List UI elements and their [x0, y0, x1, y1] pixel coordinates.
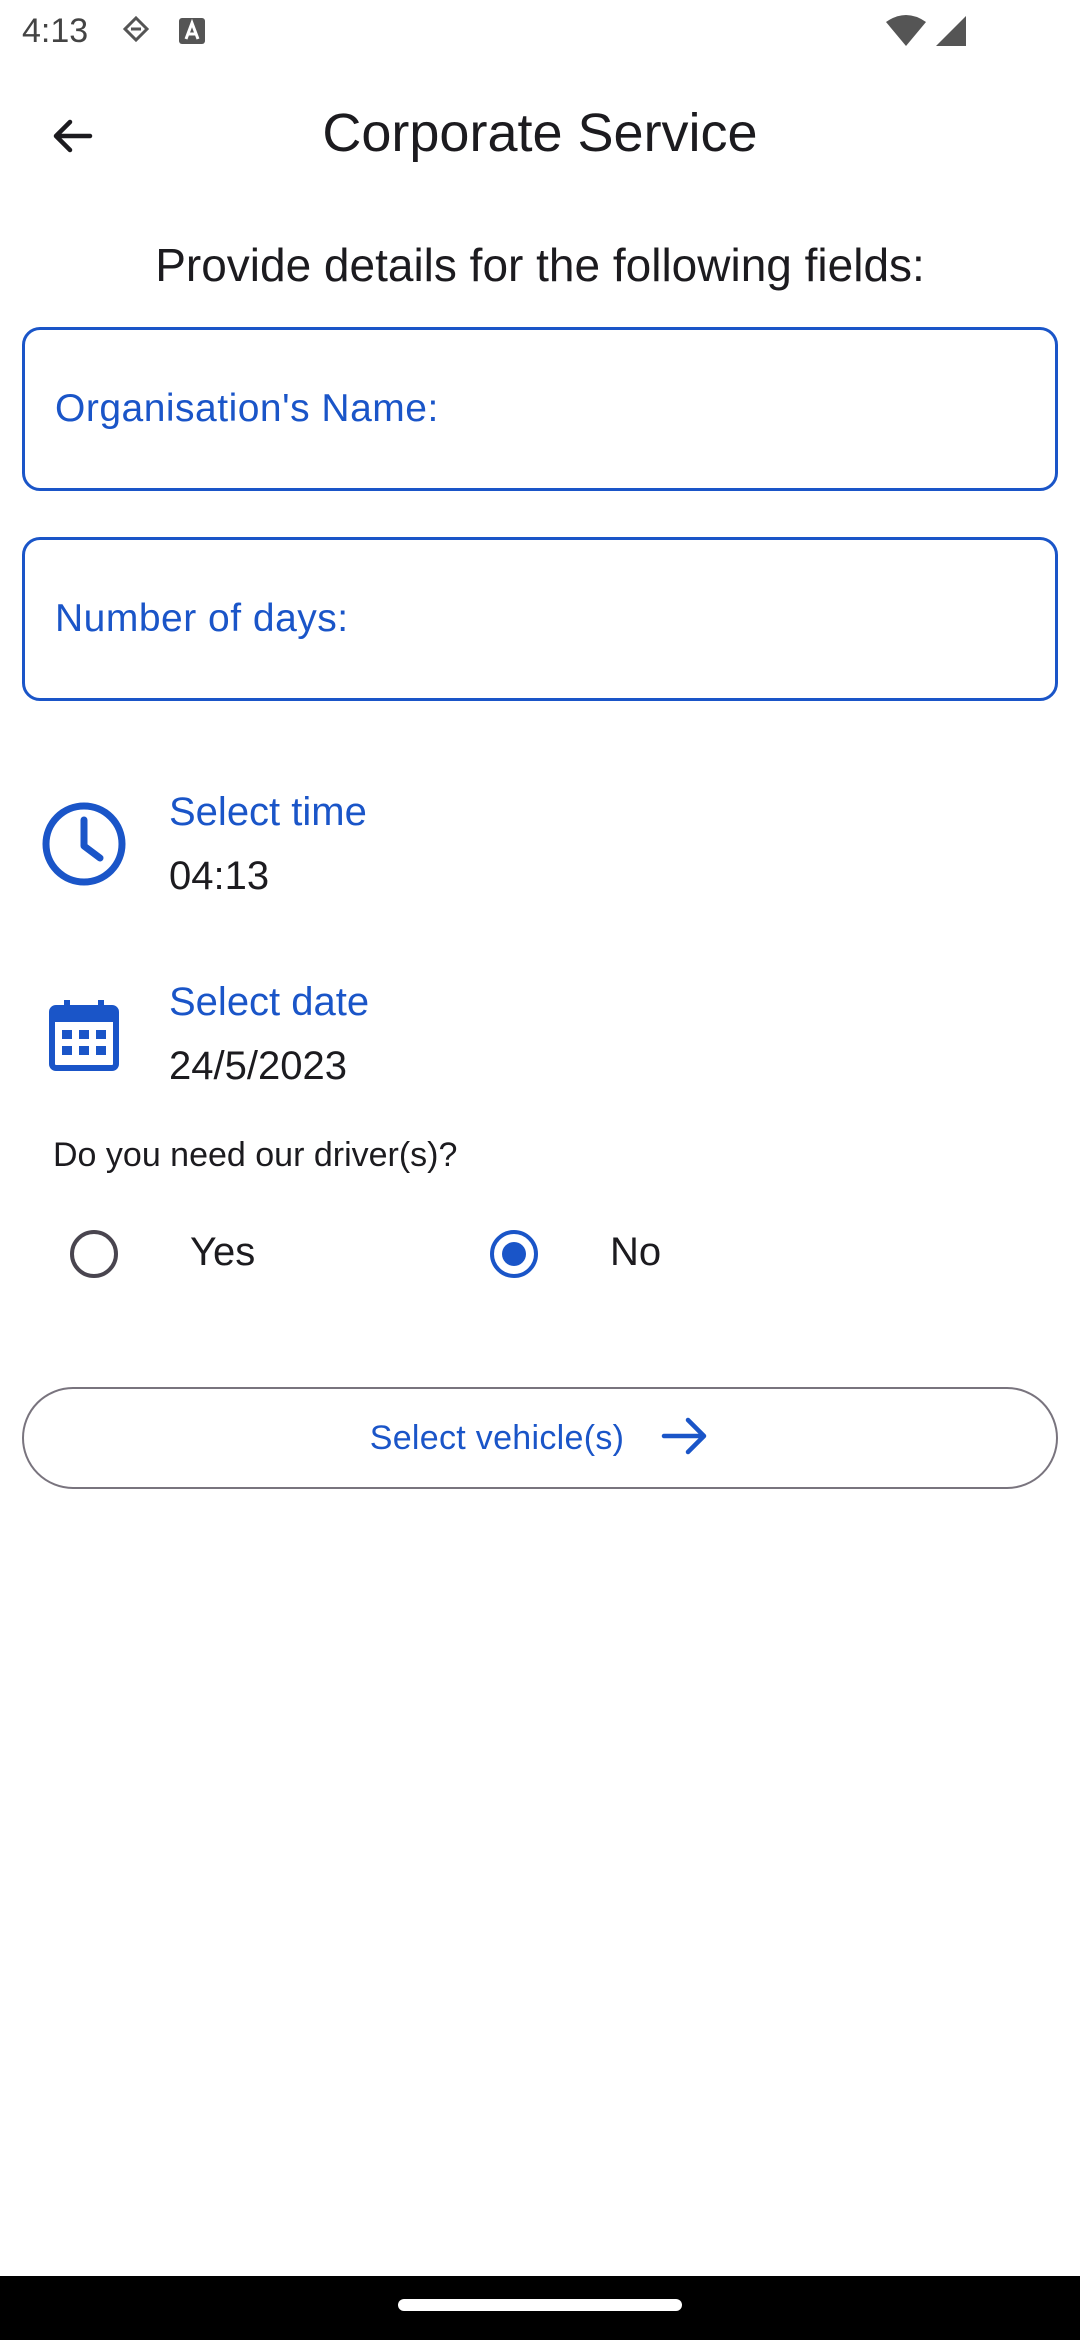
corporate-service-screen: 4:13 Corporate Service Provide details f… — [0, 0, 1080, 2340]
number-of-days-input[interactable] — [25, 540, 1055, 698]
driver-radio-no[interactable]: No — [470, 1212, 850, 1296]
driver-question: Do you need our driver(s)? — [53, 1136, 458, 1174]
radio-label-no: No — [610, 1230, 662, 1274]
date-picker[interactable]: Select date 24/5/2023 — [0, 960, 1080, 1110]
page-title: Corporate Service — [322, 103, 758, 163]
radio-unchecked-icon[interactable] — [70, 1230, 118, 1278]
select-vehicles-label: Select vehicle(s) — [369, 1418, 625, 1457]
time-picker-label: Select time — [169, 790, 367, 834]
dnd-shield-icon — [122, 15, 150, 51]
navigation-bar — [0, 2276, 1080, 2340]
status-bar: 4:13 — [0, 0, 1080, 64]
date-picker-value: 24/5/2023 — [169, 1044, 347, 1088]
form-instructions: Provide details for the following fields… — [155, 239, 925, 291]
time-picker[interactable]: Select time 04:13 — [0, 770, 1080, 920]
radio-checked-icon[interactable] — [490, 1230, 538, 1278]
radio-label-yes: Yes — [190, 1230, 256, 1274]
status-time: 4:13 — [22, 12, 89, 50]
app-bar: Corporate Service — [0, 64, 1080, 204]
calendar-icon — [40, 990, 128, 1083]
driver-radio-yes[interactable]: Yes — [50, 1212, 430, 1296]
home-gesture-handle[interactable] — [398, 2299, 682, 2311]
text-a-icon — [178, 16, 206, 51]
arrow-forward-icon — [660, 1414, 710, 1463]
time-picker-value: 04:13 — [169, 854, 270, 898]
organisation-name-field[interactable] — [22, 327, 1058, 491]
wifi-icon — [886, 14, 926, 53]
organisation-name-input[interactable] — [25, 330, 1055, 488]
clock-icon — [40, 800, 128, 893]
select-vehicles-button[interactable]: Select vehicle(s) — [22, 1387, 1058, 1489]
number-of-days-field[interactable] — [22, 537, 1058, 701]
date-picker-label: Select date — [169, 980, 370, 1024]
cell-signal-icon — [934, 14, 968, 53]
